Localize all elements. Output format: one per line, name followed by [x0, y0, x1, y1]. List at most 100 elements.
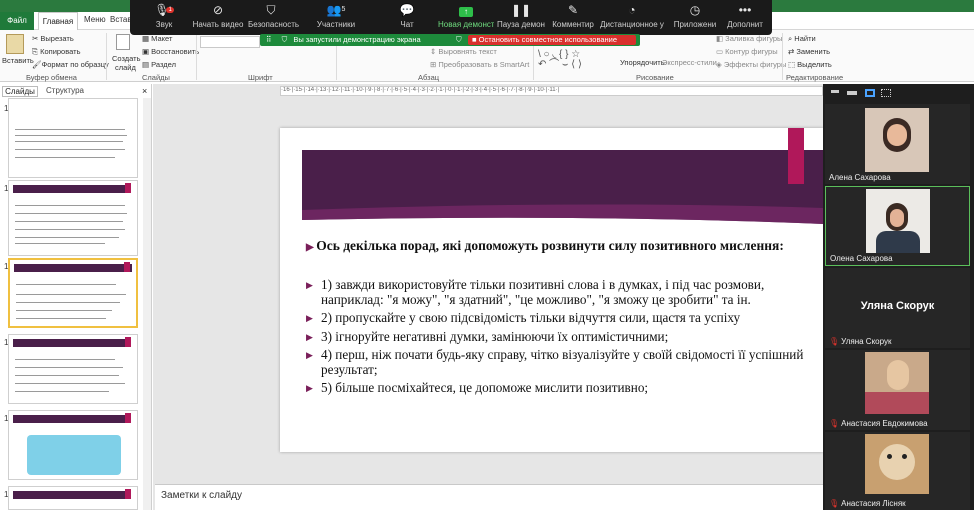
muted-mic-icon: 🎙 [829, 419, 840, 428]
annotate-button[interactable]: ✎ Комментир [550, 0, 596, 35]
slide-thumbnail[interactable] [8, 486, 138, 510]
font-family-select[interactable] [200, 36, 260, 48]
tab-file[interactable]: Файл [0, 12, 34, 30]
more-icon: ••• [738, 3, 752, 17]
shape-outline-button[interactable]: ▭ Контур фигуры [716, 47, 778, 56]
notes-pane[interactable]: Заметки к слайду [155, 484, 823, 510]
pause-share-button[interactable]: ❚❚ Пауза демон [496, 0, 546, 35]
participant-name: Алена Сахарова [829, 173, 891, 182]
stop-share-button[interactable]: ■ Остановить совместное использование [468, 35, 636, 45]
shape-fill-button[interactable]: ◧ Заливка фигуры [716, 34, 782, 43]
select-icon: ⬚ [788, 60, 798, 69]
new-slide-sub: слайд [115, 63, 136, 72]
slides-panel: Слайды Структура × 12 13 14 15 16 17 [0, 84, 152, 510]
slide-heading: ▶ Ось декілька порад, які допоможуть роз… [306, 238, 784, 253]
arrange-button[interactable]: Упорядочить [620, 58, 665, 67]
participant-name: Олена Сахарова [830, 254, 893, 263]
shield-check-icon: ⛉ [281, 35, 288, 44]
participants-button[interactable]: 👥5 Участники [314, 0, 358, 35]
shapes-gallery[interactable]: \ ○ ◟ { } ☆ ↶ ⌒ ⌣ ⟨ ⟩ [538, 50, 614, 72]
bullet-item: ▶ 4) перш, ніж почати будь-яку справу, чі… [306, 347, 804, 377]
new-slide-icon[interactable] [116, 34, 130, 50]
shield-check-icon-2: ⛉ [456, 35, 462, 44]
align-text-button[interactable]: ⇕ Выровнять текст [430, 47, 497, 56]
slide-thumbnail[interactable] [8, 180, 138, 256]
find-button[interactable]: ⌕ Найти [788, 34, 816, 44]
drawing-group-label: Рисование [636, 73, 674, 82]
participant-tile[interactable]: Алена Сахарова [825, 104, 970, 184]
cut-button[interactable]: ✂ Вырезать [32, 34, 74, 43]
quick-styles-button[interactable]: Экспресс-стили [662, 58, 717, 67]
ruler: ·16·|·15·|·14·|·13·|·12·|·11·|·10·|·9·|·… [280, 86, 823, 96]
grid-view-icon[interactable] [881, 89, 891, 97]
tab-structure[interactable]: Структура [40, 86, 90, 97]
slide-thumbnail[interactable] [8, 334, 138, 404]
notes-placeholder: Заметки к слайду [161, 490, 242, 501]
paste-button[interactable]: Вставить [2, 56, 34, 65]
share-banner-text: Вы запустили демонстрацию экрана [293, 35, 421, 44]
tab-home[interactable]: Главная [38, 12, 78, 30]
participants-icon: 👥5 [326, 3, 346, 17]
gallery-view-icon[interactable] [865, 89, 875, 97]
new-slide-button[interactable]: Создать [112, 54, 141, 63]
remote-control-button[interactable]: ◔ Дистанционное у [600, 0, 664, 35]
remote-control-icon: ◔ [628, 3, 636, 17]
audio-button[interactable]: 🎙1 Звук [144, 0, 184, 35]
layout-icon: ▦ [142, 34, 152, 43]
slide-canvas[interactable]: ▶ Ось декілька порад, які допоможуть роз… [280, 128, 823, 452]
zoom-toolbar: 🎙1 Звук ⊘ Начать видео ⛉ Безопасность 👥5… [130, 0, 772, 35]
tab-slides[interactable]: Слайды [2, 86, 38, 97]
section-button[interactable]: ▤ Раздел [142, 60, 176, 69]
format-painter-button[interactable]: 🖌Формат по образцу [32, 60, 109, 69]
minimize-icon[interactable] [831, 90, 839, 93]
slide-header-graphic [302, 128, 823, 224]
layout-button[interactable]: ▦ Макет [142, 34, 172, 43]
collapse-icon[interactable] [847, 91, 857, 95]
paste-icon[interactable] [6, 34, 24, 54]
share-screen-icon: ↑ [438, 0, 494, 20]
reset-button[interactable]: ▣ Восстановить [142, 47, 199, 56]
participant-tile[interactable]: 🎙 Анастасия Евдокимова [825, 350, 970, 430]
close-icon[interactable]: × [142, 86, 147, 96]
participant-video [866, 189, 930, 253]
start-video-button[interactable]: ⊘ Начать видео [190, 0, 246, 35]
participant-tile[interactable]: 🎙 Анастасия Лісняк [825, 432, 970, 510]
clipboard-group-label: Буфер обмена [26, 73, 77, 82]
participant-tile-active[interactable]: Олена Сахарова [825, 186, 970, 266]
chat-button[interactable]: 💬 Чат [392, 0, 422, 35]
separator [196, 33, 197, 80]
shape-effects-button[interactable]: ◈ Эффекты фигуры [716, 60, 786, 69]
mic-icon: 🎙1 [154, 3, 174, 17]
new-share-button[interactable]: ↑ Новая демонстрация [438, 0, 494, 35]
outline-icon: ▭ [716, 47, 726, 56]
participant-label: 🎙 Уляна Скорук [829, 337, 892, 346]
bullet-marker: ▶ [306, 242, 317, 253]
muted-mic-icon: 🎙 [829, 499, 840, 508]
share-banner: ⠿ ⛉ Вы запустили демонстрацию экрана ⛉ ■… [260, 34, 640, 46]
editing-group-label: Редактирование [786, 73, 844, 82]
tab-menu[interactable]: Меню [84, 15, 106, 24]
participant-tile[interactable]: Уляна Скорук 🎙 Уляна Скорук [825, 268, 970, 348]
section-icon: ▤ [142, 60, 152, 69]
zoom-gallery: Алена Сахарова Олена Сахарова Уляна Скор… [823, 84, 974, 510]
more-button[interactable]: ••• Дополнит [724, 0, 766, 35]
shield-icon: ⛉ [266, 3, 276, 17]
video-off-icon: ⊘ [212, 3, 224, 17]
bullet-item: ▶ 5) більше посміхайтеся, це допоможе мис… [306, 380, 649, 395]
slide-thumbnail[interactable] [8, 98, 138, 178]
drag-handle-icon[interactable]: ⠿ [266, 35, 272, 44]
notification-badge: 1 [166, 7, 174, 13]
bullet-item: ▶ 3) ігноруйте негативні думки, замінюючи… [306, 328, 669, 344]
security-button[interactable]: ⛉ Безопасность [248, 0, 299, 35]
apps-button[interactable]: ◷ Приложени [672, 0, 718, 35]
scrollbar[interactable] [143, 98, 151, 510]
select-button[interactable]: ⬚ Выделить [788, 60, 832, 69]
bullet-item: ▶ 1) завжди використовуйте тільки позитив… [306, 277, 765, 307]
annotate-icon: ✎ [567, 3, 579, 17]
copy-button[interactable]: ⎘ Копировать [32, 47, 80, 57]
slide-thumbnail-selected[interactable] [8, 258, 138, 328]
participant-photo [865, 352, 929, 414]
smartart-button[interactable]: ⊞ Преобразовать в SmartArt [430, 60, 529, 69]
replace-button[interactable]: ⇄ Заменить [788, 47, 830, 56]
slide-thumbnail[interactable] [8, 410, 138, 480]
